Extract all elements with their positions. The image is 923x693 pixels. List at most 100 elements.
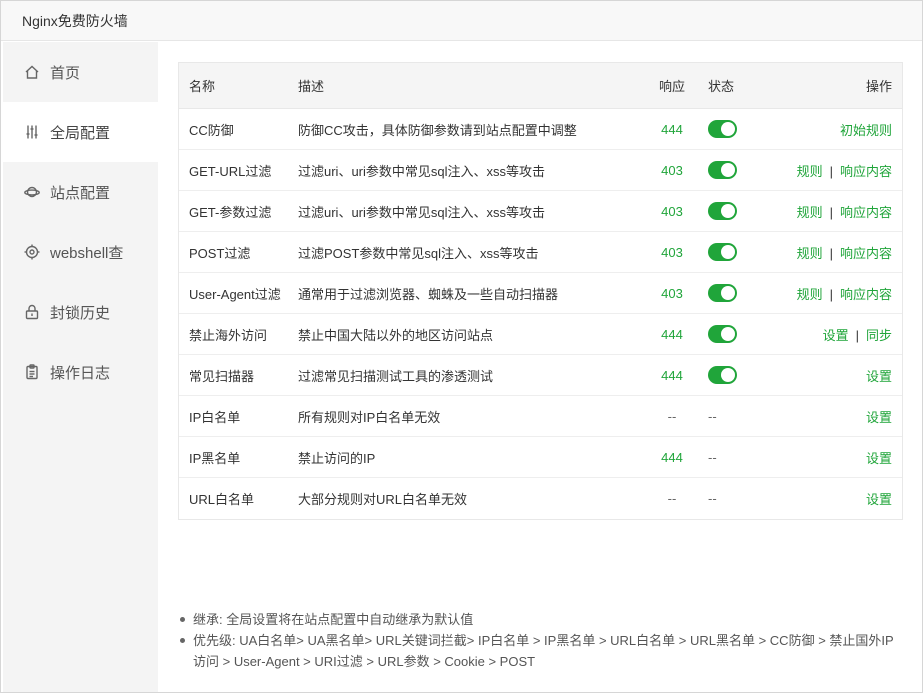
ops-separator: | <box>829 245 833 261</box>
note-priority: 优先级: UA白名单> UA黑名单> URL关键词拦截> IP白名单 > IP黑… <box>178 630 898 672</box>
response-code: 444 <box>661 326 683 342</box>
rule-description: 禁止访问的IP <box>298 450 376 466</box>
ops-cell: 设置 | 同步 <box>752 325 902 344</box>
op-link[interactable]: 设置 <box>866 492 892 507</box>
rule-description: 过滤uri、uri参数中常见sql注入、xss等攻击 <box>298 204 546 220</box>
rule-description: 过滤uri、uri参数中常见sql注入、xss等攻击 <box>298 163 546 179</box>
clipboard-icon <box>23 363 41 381</box>
status-cell <box>696 202 752 220</box>
ops-cell: 设置 <box>752 448 902 467</box>
header-ops: 操作 <box>865 79 892 94</box>
response-code: 403 <box>661 162 683 178</box>
planet-icon <box>23 183 41 201</box>
rule-name: POST过滤 <box>189 245 251 261</box>
ops-cell: 规则 | 响应内容 <box>752 243 902 262</box>
status-toggle[interactable] <box>708 202 737 220</box>
op-link[interactable]: 同步 <box>866 328 892 343</box>
ops-cell: 规则 | 响应内容 <box>752 284 902 303</box>
status-toggle[interactable] <box>708 120 737 138</box>
table-row: 禁止海外访问 禁止中国大陆以外的地区访问站点 444 设置 | 同步 <box>179 314 902 355</box>
response-code: 403 <box>661 244 683 260</box>
rules-table: 名称 描述 响应 状态 操作 CC防御 防御CC攻击，具体防御参数请到站点配置中调… <box>178 62 903 520</box>
rule-description: 防御CC攻击，具体防御参数请到站点配置中调整 <box>298 122 577 138</box>
sidebar-item-site-config[interactable]: 站点配置 <box>3 162 158 222</box>
header-name: 名称 <box>189 79 216 94</box>
rule-name: User-Agent过滤 <box>189 286 281 302</box>
sidebar-item-operation-log[interactable]: 操作日志 <box>3 342 158 402</box>
status-text: -- <box>708 408 717 424</box>
op-link[interactable]: 规则 <box>797 287 823 302</box>
sidebar-item-label: 站点配置 <box>50 184 111 202</box>
op-link[interactable]: 初始规则 <box>840 123 892 138</box>
sidebar-item-block-history[interactable]: 封锁历史 <box>3 282 158 342</box>
header-status: 状态 <box>708 79 735 94</box>
table-row: IP白名单 所有规则对IP白名单无效 -- -- 设置 <box>179 396 902 437</box>
status-cell <box>696 161 752 179</box>
table-row: GET-URL过滤 过滤uri、uri参数中常见sql注入、xss等攻击 403 规则… <box>179 150 902 191</box>
main-content: 名称 描述 响应 状态 操作 CC防御 防御CC攻击，具体防御参数请到站点配置中调… <box>158 42 922 692</box>
status-cell <box>696 243 752 261</box>
op-link[interactable]: 规则 <box>797 205 823 220</box>
ops-cell: 初始规则 <box>752 120 902 139</box>
rule-name: IP白名单 <box>189 409 241 425</box>
op-link[interactable]: 规则 <box>797 246 823 261</box>
status-text: -- <box>708 491 717 506</box>
status-toggle[interactable] <box>708 366 737 384</box>
ops-cell: 设置 <box>752 407 902 426</box>
status-toggle[interactable] <box>708 284 737 302</box>
response-code: -- <box>667 491 677 506</box>
op-link[interactable]: 设置 <box>866 410 892 425</box>
table-row: POST过滤 过滤POST参数中常见sql注入、xss等攻击 403 规则 | 响应内容 <box>179 232 902 273</box>
op-link[interactable]: 响应内容 <box>840 164 892 179</box>
table-body: CC防御 防御CC攻击，具体防御参数请到站点配置中调整 444 初始规则 GET-URL… <box>179 109 902 519</box>
response-code: 403 <box>661 285 683 301</box>
rule-description: 过滤常见扫描测试工具的渗透测试 <box>298 368 494 384</box>
notes-list: 继承: 全局设置将在站点配置中自动继承为默认值 优先级: UA白名单> UA黑名… <box>178 609 898 672</box>
op-link[interactable]: 设置 <box>866 369 892 384</box>
rule-name: IP黑名单 <box>189 450 241 466</box>
rule-name: 禁止海外访问 <box>189 327 268 343</box>
response-code: 403 <box>661 203 683 219</box>
table-row: CC防御 防御CC攻击，具体防御参数请到站点配置中调整 444 初始规则 <box>179 109 902 150</box>
rule-description: 通常用于过滤浏览器、蜘蛛及一些自动扫描器 <box>298 286 559 302</box>
response-code: 444 <box>661 121 683 137</box>
rule-name: GET-参数过滤 <box>189 204 272 220</box>
ops-cell: 设置 <box>752 489 902 508</box>
op-link[interactable]: 规则 <box>797 164 823 179</box>
sidebar-item-global-config[interactable]: 全局配置 <box>3 102 158 162</box>
sidebar-item-home[interactable]: 首页 <box>3 42 158 102</box>
table-row: 常见扫描器 过滤常见扫描测试工具的渗透测试 444 设置 <box>179 355 902 396</box>
op-link[interactable]: 设置 <box>866 451 892 466</box>
sidebar-item-label: 全局配置 <box>50 124 111 142</box>
window-title: Nginx免费防火墙 <box>1 1 922 41</box>
sliders-icon <box>23 123 41 141</box>
op-link[interactable]: 响应内容 <box>840 246 892 261</box>
table-header: 名称 描述 响应 状态 操作 <box>179 63 902 109</box>
home-icon <box>23 63 41 81</box>
rule-description: 大部分规则对URL白名单无效 <box>298 492 468 507</box>
status-cell <box>696 366 752 384</box>
header-desc: 描述 <box>298 79 325 94</box>
ops-separator: | <box>855 327 859 343</box>
sidebar-item-webshell[interactable]: webshell查 <box>3 222 158 282</box>
op-link[interactable]: 响应内容 <box>840 287 892 302</box>
status-toggle[interactable] <box>708 161 737 179</box>
ops-cell: 规则 | 响应内容 <box>752 161 902 180</box>
status-cell: -- <box>696 409 752 424</box>
rule-description: 禁止中国大陆以外的地区访问站点 <box>298 327 494 343</box>
lock-icon <box>23 303 41 321</box>
rule-name: CC防御 <box>189 122 234 138</box>
ops-cell: 规则 | 响应内容 <box>752 202 902 221</box>
rule-name: 常见扫描器 <box>189 368 255 384</box>
firewall-window: Nginx免费防火墙 首页 全局配置 站点配置 webshell查 封锁历史 操… <box>0 0 923 693</box>
op-link[interactable]: 设置 <box>823 328 849 343</box>
op-link[interactable]: 响应内容 <box>840 205 892 220</box>
status-cell: -- <box>696 450 752 465</box>
sidebar-item-label: 首页 <box>50 64 81 82</box>
response-code: -- <box>667 408 677 424</box>
sidebar-item-label: 封锁历史 <box>50 304 111 322</box>
response-code: 444 <box>661 449 683 465</box>
status-toggle[interactable] <box>708 325 737 343</box>
ops-separator: | <box>829 204 833 220</box>
status-toggle[interactable] <box>708 243 737 261</box>
